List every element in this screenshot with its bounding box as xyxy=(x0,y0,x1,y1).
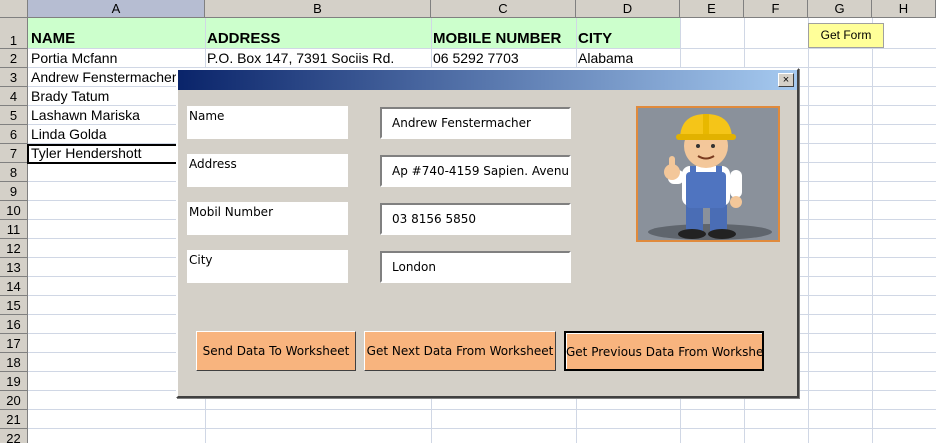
row-header-4[interactable]: 4 xyxy=(0,87,28,106)
row-header-19[interactable]: 19 xyxy=(0,372,28,391)
cell-a6[interactable]: Linda Golda xyxy=(29,126,107,142)
cell-d1[interactable]: CITY xyxy=(576,30,612,47)
row-header-7[interactable]: 7 xyxy=(0,144,28,163)
row-header-22[interactable]: 22 xyxy=(0,429,28,443)
cell-b2[interactable]: P.O. Box 147, 7391 Sociis Rd. xyxy=(205,50,394,66)
grid-row-21 xyxy=(28,410,936,429)
column-header-g[interactable]: G xyxy=(808,0,872,18)
cell-c1[interactable]: MOBILE NUMBER xyxy=(431,30,561,47)
row-header-20[interactable]: 20 xyxy=(0,391,28,410)
cell-a5[interactable]: Lashawn Mariska xyxy=(29,107,140,123)
row-header-10[interactable]: 10 xyxy=(0,201,28,220)
get-form-button[interactable]: Get Form xyxy=(808,23,884,48)
column-gridline xyxy=(872,18,873,443)
cell-a4[interactable]: Brady Tatum xyxy=(29,88,109,104)
row-header-18[interactable]: 18 xyxy=(0,353,28,372)
row-header-12[interactable]: 12 xyxy=(0,239,28,258)
row-header-14[interactable]: 14 xyxy=(0,277,28,296)
row-header-17[interactable]: 17 xyxy=(0,334,28,353)
column-header-f[interactable]: F xyxy=(744,0,808,18)
cell-a2[interactable]: Portia Mcfann xyxy=(29,50,117,66)
get-next-data-button[interactable]: Get Next Data From Worksheet xyxy=(364,331,556,371)
row-header-15[interactable]: 15 xyxy=(0,296,28,315)
grid-row-22 xyxy=(28,429,936,443)
row-header-8[interactable]: 8 xyxy=(0,163,28,182)
address-textbox[interactable]: Ap #740-4159 Sapien. Avenue xyxy=(380,155,571,187)
column-header-h[interactable]: H xyxy=(872,0,936,18)
column-gridline xyxy=(808,18,809,443)
close-button[interactable]: × xyxy=(778,73,794,87)
construction-worker-icon xyxy=(636,106,780,242)
column-header-d[interactable]: D xyxy=(576,0,680,18)
row-header-5[interactable]: 5 xyxy=(0,106,28,125)
city-label: City xyxy=(187,250,348,283)
row-header-16[interactable]: 16 xyxy=(0,315,28,334)
row-header-2[interactable]: 2 xyxy=(0,49,28,68)
row-header-13[interactable]: 13 xyxy=(0,258,28,277)
name-label: Name xyxy=(187,106,348,139)
column-header-a[interactable]: A xyxy=(28,0,205,18)
cell-b1[interactable]: ADDRESS xyxy=(205,30,280,47)
cell-d2[interactable]: Alabama xyxy=(576,50,633,66)
address-label: Address xyxy=(187,154,348,187)
mobile-textbox[interactable]: 03 8156 5850 xyxy=(380,203,571,235)
get-previous-data-button[interactable]: Get Previous Data From Workshee xyxy=(564,331,764,371)
row-header-11[interactable]: 11 xyxy=(0,220,28,239)
row-header-1[interactable]: 1 xyxy=(0,18,28,49)
column-header-e[interactable]: E xyxy=(680,0,744,18)
select-all-corner[interactable] xyxy=(0,0,28,18)
name-textbox[interactable]: Andrew Fenstermacher xyxy=(380,107,571,139)
column-header-c[interactable]: C xyxy=(431,0,576,18)
row-header-9[interactable]: 9 xyxy=(0,182,28,201)
cell-c2[interactable]: 06 5292 7703 xyxy=(431,50,519,66)
form-title-bar[interactable]: × xyxy=(178,70,797,90)
mobile-label: Mobil Number xyxy=(187,202,348,235)
data-entry-form: × Name Address Mobil Number City Andrew … xyxy=(176,68,799,398)
cell-a3[interactable]: Andrew Fenstermacher xyxy=(29,69,177,85)
send-data-button[interactable]: Send Data To Worksheet xyxy=(196,331,356,371)
row-header-3[interactable]: 3 xyxy=(0,68,28,87)
city-textbox[interactable]: London xyxy=(380,251,571,283)
cell-a1[interactable]: NAME xyxy=(29,30,75,47)
row-header-21[interactable]: 21 xyxy=(0,410,28,429)
column-header-b[interactable]: B xyxy=(205,0,431,18)
row-header-6[interactable]: 6 xyxy=(0,125,28,144)
active-cell-cursor xyxy=(27,144,179,164)
